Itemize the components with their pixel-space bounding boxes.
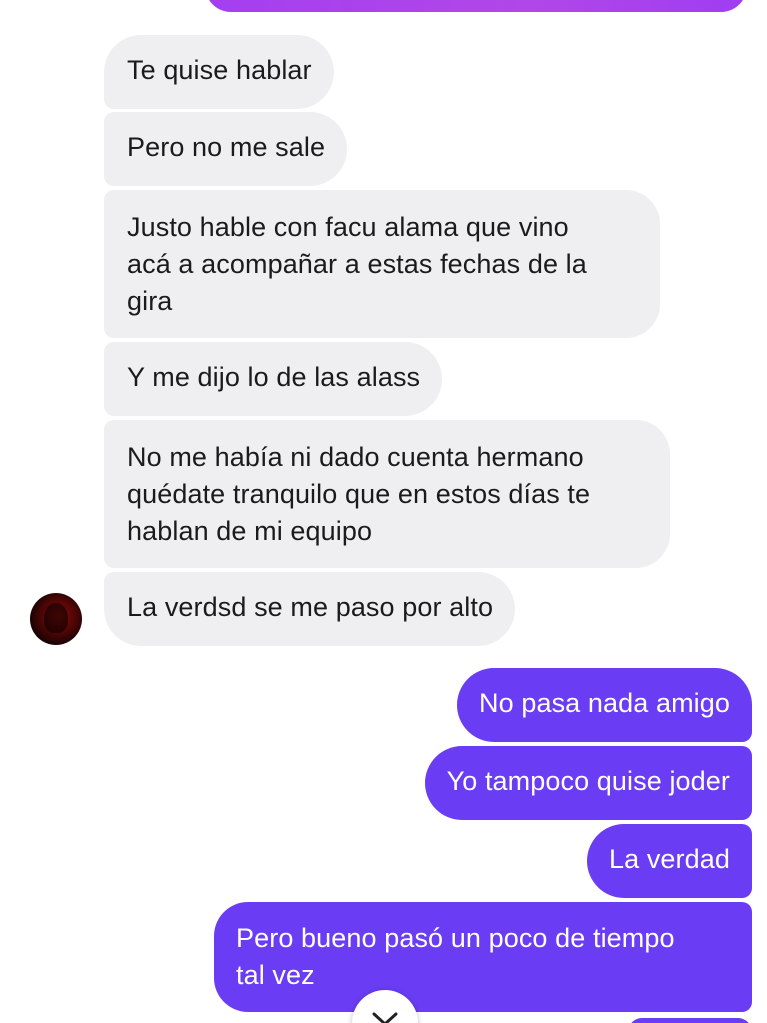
outgoing-message[interactable]: La verdad: [587, 824, 752, 898]
message-line: tal vez: [236, 960, 315, 990]
message-line: Pero bueno pasó un poco de tiempo: [236, 923, 675, 953]
outgoing-message-bubble-partial[interactable]: [628, 1018, 752, 1023]
message-text: La verdsd se me paso por alto: [127, 592, 494, 622]
message-line: acá a acompañar a estas fechas de la: [127, 249, 587, 279]
outgoing-message-bubble-partial[interactable]: [205, 0, 747, 12]
message-line: hablan de mi equipo: [127, 516, 373, 546]
message-line: quédate tranquilo que en estos días te: [127, 479, 591, 509]
incoming-message[interactable]: No me había ni dado cuenta hermano quéda…: [104, 420, 670, 568]
message-line: No me había ni dado cuenta hermano: [127, 442, 584, 472]
message-text: No pasa nada amigo: [479, 688, 730, 718]
outgoing-message[interactable]: No pasa nada amigo: [457, 668, 752, 742]
message-text: La verdad: [609, 844, 730, 874]
incoming-message[interactable]: La verdsd se me paso por alto: [104, 572, 516, 646]
message-line: gira: [127, 286, 173, 316]
incoming-message[interactable]: Justo hable con facu alama que vino acá …: [104, 190, 660, 338]
contact-avatar[interactable]: [30, 593, 82, 645]
outgoing-message[interactable]: Yo tampoco quise joder: [424, 746, 752, 820]
outgoing-message[interactable]: Pero bueno pasó un poco de tiempo tal ve…: [214, 902, 752, 1012]
chat-screen: Te quise hablar Pero no me sale Justo ha…: [0, 0, 767, 1023]
incoming-message[interactable]: Pero no me sale: [104, 112, 348, 186]
message-text: Te quise hablar: [127, 55, 312, 85]
message-text: Pero no me sale: [127, 132, 326, 162]
chevron-down-icon: [372, 1012, 398, 1023]
message-line: Justo hable con facu alama que vino: [127, 212, 569, 242]
incoming-message[interactable]: Y me dijo lo de las alass: [104, 342, 443, 416]
incoming-message[interactable]: Te quise hablar: [104, 35, 334, 109]
message-text: Yo tampoco quise joder: [446, 766, 730, 796]
message-text: Y me dijo lo de las alass: [127, 362, 421, 392]
